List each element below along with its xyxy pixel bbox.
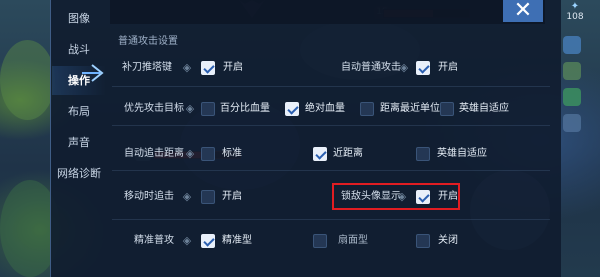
tab-network-diagnosis[interactable]: 网络诊断 <box>52 159 106 188</box>
option-label: 英雄自适应 <box>459 103 509 114</box>
row-divider <box>112 170 550 171</box>
option-label: 距离最近单位 <box>380 103 440 114</box>
checkbox-precise-off[interactable] <box>416 234 430 248</box>
tab-sound[interactable]: 声音 <box>52 128 106 157</box>
option-label: 精准型 <box>222 235 252 246</box>
option-label: 开启 <box>223 62 243 73</box>
row-divider <box>112 125 550 126</box>
tab-layout[interactable]: 布局 <box>52 97 106 126</box>
active-tab-indicator-icon <box>82 64 104 82</box>
hud-counter: ✦ 108 <box>555 1 595 23</box>
setting-label-auto-chase: 自动追击距离 <box>124 148 184 159</box>
setting-label-tap-tower: 补刀推塔键 <box>122 62 172 73</box>
sword-icon[interactable] <box>563 36 581 54</box>
settings-sidebar: 图像 战斗 操作 布局 声音 网络诊断 <box>52 4 106 188</box>
setting-label-precise-attack: 精准普攻 <box>134 235 174 246</box>
close-button[interactable]: ✕ <box>503 0 543 22</box>
checkbox-chase-standard[interactable] <box>201 147 215 161</box>
option-label: 开启 <box>222 191 242 202</box>
checkbox-sector-type[interactable] <box>313 234 327 248</box>
section-title: 普通攻击设置 <box>118 36 178 47</box>
checkbox-precise-type[interactable] <box>201 234 215 248</box>
coin-count: 108 <box>566 12 584 22</box>
checkbox-tap-tower[interactable] <box>201 61 215 75</box>
right-hud-icons <box>560 30 584 140</box>
checkbox-move-chase[interactable] <box>201 190 215 204</box>
dialog-header-strip <box>110 0 545 24</box>
checkbox-absolute-hp[interactable] <box>285 102 299 116</box>
option-label: 英雄自适应 <box>437 148 487 159</box>
checkbox-nearest-unit[interactable] <box>360 102 374 116</box>
highlight-box <box>332 183 460 210</box>
option-label: 开启 <box>438 62 458 73</box>
info-icon[interactable]: ◈ <box>184 103 196 115</box>
checkbox-hero-adaptive[interactable] <box>440 102 454 116</box>
option-label: 标准 <box>222 148 242 159</box>
setting-label-move-chase: 移动时追击 <box>124 191 174 202</box>
signal-icon[interactable] <box>563 114 581 132</box>
setting-label-priority-target: 优先攻击目标 <box>124 103 184 114</box>
chat-icon[interactable] <box>563 88 581 106</box>
option-label: 百分比血量 <box>220 103 270 114</box>
tab-battle[interactable]: 战斗 <box>52 35 106 64</box>
tab-image[interactable]: 图像 <box>52 4 106 33</box>
option-label: 绝对血量 <box>305 103 345 114</box>
star-icon: ✦ <box>570 1 580 12</box>
shield-icon[interactable] <box>563 62 581 80</box>
option-label: 关闭 <box>438 235 458 246</box>
checkbox-auto-attack[interactable] <box>416 61 430 75</box>
checkbox-chase-near[interactable] <box>313 147 327 161</box>
option-label: 扇面型 <box>338 235 368 246</box>
info-icon[interactable]: ◈ <box>181 235 193 247</box>
info-icon[interactable]: ◈ <box>184 148 196 160</box>
info-icon[interactable]: ◈ <box>181 62 193 74</box>
checkbox-chase-adaptive[interactable] <box>416 147 430 161</box>
row-divider <box>112 219 550 220</box>
info-icon[interactable]: ◈ <box>398 62 410 74</box>
checkbox-percent-hp[interactable] <box>201 102 215 116</box>
info-icon[interactable]: ◈ <box>181 191 193 203</box>
setting-label-auto-attack: 自动普通攻击 <box>341 62 401 73</box>
option-label: 近距离 <box>333 148 363 159</box>
row-divider <box>112 86 550 87</box>
terrain-patch <box>0 40 55 120</box>
